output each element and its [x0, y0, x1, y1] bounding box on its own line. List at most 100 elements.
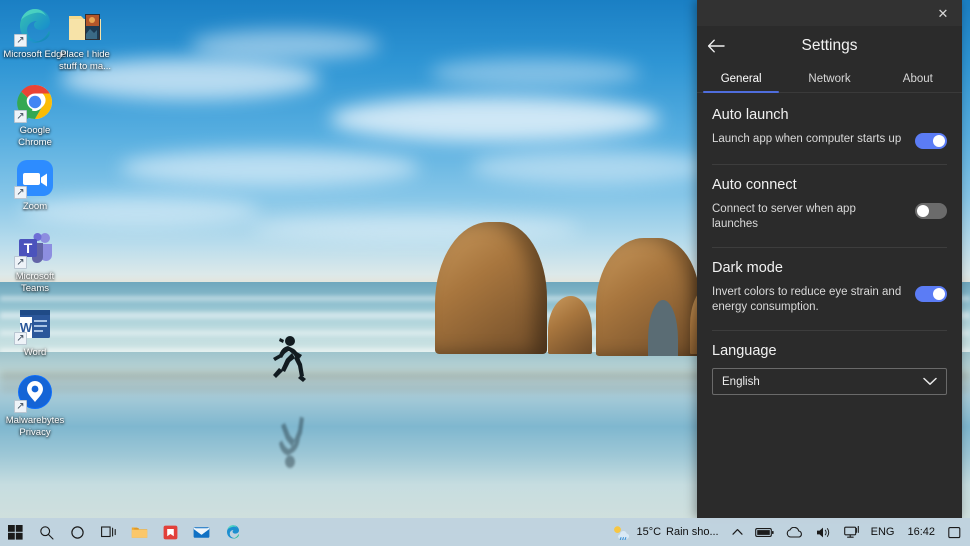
edge-icon: ↗: [14, 6, 55, 47]
sun-cloud-rain-icon: [614, 525, 630, 540]
desktop-icon-label: Place I hide stuff to ma...: [58, 49, 112, 72]
desktop-icon-label: Microsoft Teams: [15, 271, 55, 294]
back-button[interactable]: [697, 26, 735, 66]
app-red-button[interactable]: [155, 518, 186, 546]
tray-weather-temp: 15°C: [636, 526, 662, 538]
tray-language[interactable]: ENG: [866, 518, 900, 546]
task-view-icon: [100, 526, 116, 538]
section-title: Auto connect: [712, 177, 797, 193]
start-button[interactable]: [0, 518, 31, 546]
red-app-icon: [163, 525, 178, 539]
section-divider: [712, 330, 947, 331]
setting-row-auto-connect: Connect to server when app launches: [712, 202, 947, 243]
tray-weather-desc: Rain sho...: [666, 526, 719, 538]
desktop-icon-folder-place-i-hide[interactable]: Place I hide stuff to ma...: [52, 6, 118, 72]
language-select-value: English: [722, 375, 760, 388]
language-select[interactable]: English: [712, 368, 947, 395]
folder-icon: [131, 527, 148, 538]
chrome-icon: ↗: [14, 82, 55, 123]
toggle-knob: [933, 135, 945, 147]
tray-weather[interactable]: 15°C Rain sho...: [606, 518, 724, 546]
chevron-down-icon: [923, 377, 937, 386]
back-arrow-icon: [707, 39, 725, 53]
mail-button[interactable]: [186, 518, 217, 546]
tray-volume[interactable]: [811, 518, 837, 546]
speaker-icon: [816, 527, 829, 537]
setting-label: Invert colors to reduce eye strain and e…: [712, 286, 902, 313]
dark-mode-toggle[interactable]: [915, 286, 947, 302]
chevron-up-icon: [732, 529, 743, 535]
malwarebytes-privacy-icon: ↗: [14, 372, 55, 413]
task-view-button[interactable]: [93, 518, 124, 546]
runner-reflection: [262, 383, 318, 473]
shortcut-overlay-icon: ↗: [14, 332, 27, 345]
search-icon: [40, 525, 54, 540]
desktop-icon-malwarebytes-privacy[interactable]: ↗ Malwarebytes Privacy: [2, 372, 68, 438]
cloud-decoration: [330, 96, 660, 142]
toggle-knob: [917, 205, 929, 217]
setting-row-auto-launch: Launch app when computer starts up: [712, 132, 947, 160]
auto-launch-toggle[interactable]: [915, 133, 947, 149]
system-tray: 15°C Rain sho... ENG 16:42: [606, 518, 970, 546]
rock-formation-small: [548, 296, 592, 354]
taskbar: 15°C Rain sho... ENG 16:42: [0, 518, 970, 546]
cloud-icon: [786, 526, 802, 538]
desktop-icon-google-chrome[interactable]: ↗ Google Chrome: [2, 82, 68, 148]
tray-battery[interactable]: [750, 518, 779, 546]
tray-onedrive[interactable]: [781, 518, 809, 546]
section-divider: [712, 164, 947, 165]
search-button[interactable]: [31, 518, 62, 546]
section-title: Language: [712, 343, 777, 359]
tab-network[interactable]: Network: [785, 66, 873, 92]
screen: ↗ Microsoft Edge Place I hide stuff to m…: [0, 0, 970, 546]
desktop-icon-label: Google Chrome: [18, 125, 52, 148]
file-explorer-button[interactable]: [124, 518, 155, 546]
section-auto-launch: Auto launch Launch app when computer sta…: [712, 107, 947, 160]
close-button[interactable]: ✕: [924, 0, 962, 26]
edge-icon: [226, 525, 239, 539]
cloud-decoration: [470, 150, 710, 184]
tab-general[interactable]: General: [697, 66, 785, 93]
desktop-icon-zoom[interactable]: ↗ Zoom: [2, 158, 68, 213]
settings-content: Auto launch Launch app when computer sta…: [697, 93, 962, 518]
desktop-icon-word[interactable]: W ↗ Word: [2, 304, 68, 359]
desktop-icon-label: Word: [23, 347, 47, 358]
setting-row-dark-mode: Invert colors to reduce eye strain and e…: [712, 285, 947, 326]
toggle-knob: [933, 288, 945, 300]
desktop-icon-microsoft-teams[interactable]: T ↗ Microsoft Teams: [2, 228, 68, 294]
taskbar-apps: [0, 518, 248, 546]
desktop-icon-label: Malwarebytes Privacy: [5, 415, 65, 438]
section-language: Language English: [712, 343, 947, 395]
edge-taskbar-button[interactable]: [217, 518, 248, 546]
tray-overflow-button[interactable]: [727, 518, 748, 546]
auto-connect-toggle[interactable]: [915, 203, 947, 219]
zoom-icon: ↗: [14, 158, 55, 199]
setting-label: Connect to server when app launches: [712, 203, 856, 230]
battery-icon: [754, 527, 774, 537]
panel-header: Settings: [697, 26, 962, 66]
page-title: Settings: [801, 37, 858, 54]
network-monitor-icon: [843, 525, 859, 538]
folder-icon: [65, 6, 105, 46]
panel-titlebar: ✕: [697, 0, 962, 26]
section-auto-connect: Auto connect Connect to server when app …: [712, 177, 947, 243]
cortana-button[interactable]: [62, 518, 93, 546]
tray-clock[interactable]: 16:42: [901, 518, 941, 546]
setting-label: Launch app when computer starts up: [712, 133, 902, 145]
svg-text:T: T: [24, 240, 33, 256]
windows-logo-icon: [8, 524, 23, 540]
tray-notifications-button[interactable]: [943, 518, 966, 546]
cloud-decoration: [430, 58, 640, 88]
cloud-decoration: [120, 150, 420, 186]
rock-formation: [435, 222, 547, 354]
section-title: Dark mode: [712, 260, 783, 276]
shortcut-overlay-icon: ↗: [14, 34, 27, 47]
tray-network[interactable]: [839, 518, 864, 546]
mail-icon: [193, 526, 210, 538]
cloud-decoration: [250, 215, 580, 241]
section-divider: [712, 247, 947, 248]
settings-panel: ✕ Settings General Network About Auto la…: [697, 0, 962, 518]
tab-about[interactable]: About: [874, 66, 962, 92]
shortcut-overlay-icon: ↗: [14, 256, 27, 269]
settings-tabs: General Network About: [697, 66, 962, 93]
